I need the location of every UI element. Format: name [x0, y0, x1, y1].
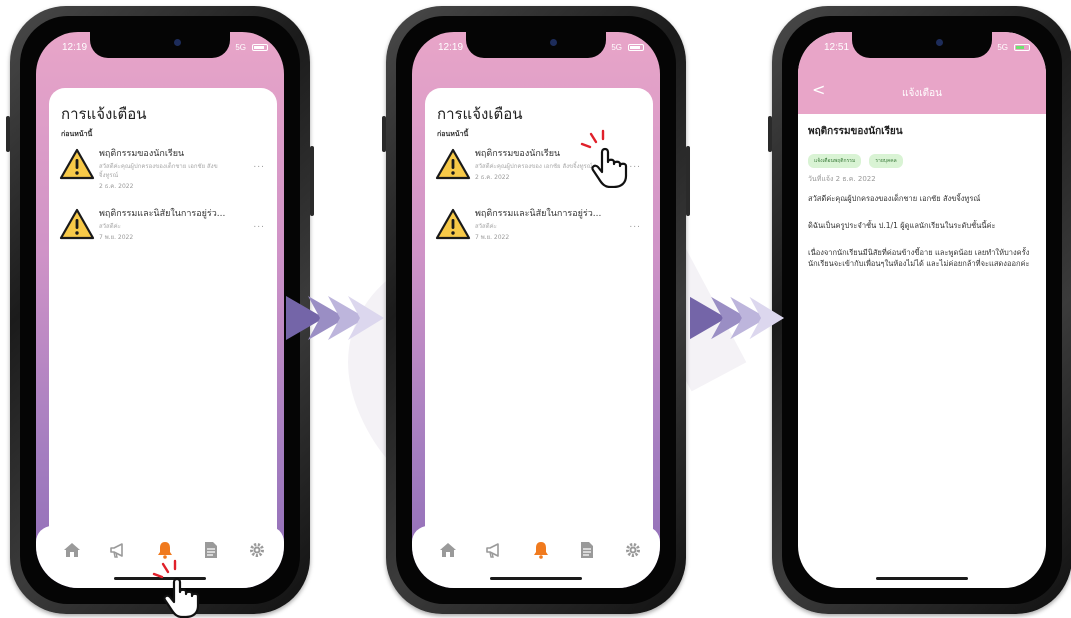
- more-options-icon[interactable]: ...: [253, 160, 265, 170]
- megaphone-icon[interactable]: [108, 540, 128, 560]
- notification-detail-screen: < แจ้งเตือน 12:51 5G พฤติกรรมของนักเรียน…: [798, 32, 1046, 588]
- more-options-icon[interactable]: ...: [629, 220, 641, 230]
- phone-frame-notifications: 12:19 5G การแจ้งเตือน ก่อนหน้านี้ พฤติกร…: [6, 6, 314, 614]
- gear-icon[interactable]: [247, 540, 267, 560]
- home-icon[interactable]: [62, 540, 82, 560]
- step-arrow-icon: [286, 296, 384, 340]
- section-label: ก่อนหน้านี้: [61, 130, 93, 138]
- notifications-screen: 12:19 5G การแจ้งเตือน ก่อนหน้านี้ พฤติกร…: [412, 32, 660, 588]
- warning-icon: [435, 148, 471, 180]
- warning-icon: [435, 208, 471, 240]
- notification-snippet: สวัสดีค่ะ: [99, 223, 121, 230]
- gear-icon[interactable]: [623, 540, 643, 560]
- notification-date: 7 พ.ย. 2022: [475, 234, 510, 241]
- home-indicator: [490, 577, 582, 580]
- detail-heading: พฤติกรรมของนักเรียน: [808, 126, 903, 137]
- notification-item[interactable]: พฤติกรรมและนิสัยในการอยู่ร่ว... สวัสดีค่…: [435, 206, 641, 260]
- battery-icon: [628, 44, 644, 51]
- battery-icon: [252, 44, 268, 51]
- document-icon[interactable]: [577, 540, 597, 560]
- status-time: 12:19: [438, 42, 464, 53]
- notification-snippet: สวัสดีค่ะคุณผู้ปกครองของเด็กชาย เอกชัย ส…: [99, 163, 218, 179]
- status-network: 5G: [611, 43, 622, 52]
- step-arrow-icon: [690, 296, 785, 340]
- notification-snippet: สวัสดีค่ะ: [475, 223, 497, 230]
- tag-list: แจ้งเตือนพฤติกรรม รายบุคคล: [808, 147, 1038, 168]
- phone-frame-tap-item: 12:19 5G การแจ้งเตือน ก่อนหน้านี้ พฤติกร…: [382, 6, 690, 614]
- phone-notch: [90, 32, 230, 58]
- phone-frame-detail: < แจ้งเตือน 12:51 5G พฤติกรรมของนักเรียน…: [768, 6, 1071, 614]
- megaphone-icon[interactable]: [484, 540, 504, 560]
- phone-notch: [852, 32, 992, 58]
- bell-icon[interactable]: [531, 540, 551, 560]
- bottom-navigation: [412, 526, 660, 588]
- status-network: 5G: [235, 43, 246, 52]
- tap-hand-icon: [580, 129, 628, 188]
- notification-title: พฤติกรรมและนิสัยในการอยู่ร่ว...: [99, 209, 226, 219]
- notification-item[interactable]: พฤติกรรมและนิสัยในการอยู่ร่ว... สวัสดีค่…: [59, 206, 265, 260]
- more-options-icon[interactable]: ...: [253, 220, 265, 230]
- detail-paragraph: เนื่องจากนักเรียนมีนิสัยที่ค่อนข้างขี้อา…: [808, 248, 1030, 268]
- notification-date: 7 พ.ย. 2022: [99, 234, 134, 241]
- status-network: 5G: [997, 43, 1008, 52]
- detail-date: วันที่แจ้ง 2 ธ.ค. 2022: [808, 175, 876, 183]
- notification-title: พฤติกรรมของนักเรียน: [99, 149, 185, 159]
- notification-detail: พฤติกรรมของนักเรียน แจ้งเตือนพฤติกรรม รา…: [808, 124, 1038, 269]
- battery-icon: [1014, 44, 1030, 51]
- notification-card: การแจ้งเตือน ก่อนหน้านี้ พฤติกรรมของนักเ…: [49, 88, 277, 554]
- bell-icon[interactable]: [155, 540, 175, 560]
- notifications-screen: 12:19 5G การแจ้งเตือน ก่อนหน้านี้ พฤติกร…: [36, 32, 284, 588]
- notification-title: พฤติกรรมและนิสัยในการอยู่ร่ว...: [475, 209, 602, 219]
- header-title: แจ้งเตือน: [902, 88, 942, 99]
- notification-snippet: สวัสดีค่ะคุณผู้ปกครองของ เอกชัย สังขจิ้ง…: [475, 163, 593, 170]
- status-time: 12:19: [62, 42, 88, 53]
- detail-paragraph: สวัสดีค่ะคุณผู้ปกครองของเด็กชาย เอกชัย ส…: [808, 194, 981, 203]
- notification-item[interactable]: พฤติกรรมของนักเรียน สวัสดีค่ะคุณผู้ปกครอ…: [59, 146, 265, 200]
- detail-paragraph: ดิฉันเป็นครูประจำชั้น ป.1/1 ผู้ดูแลนักเร…: [808, 221, 996, 230]
- home-indicator: [876, 577, 968, 580]
- page-title: การแจ้งเตือน: [61, 105, 147, 123]
- warning-icon: [59, 148, 95, 180]
- warning-icon: [59, 208, 95, 240]
- tap-hand-icon: [152, 559, 200, 618]
- page-title: การแจ้งเตือน: [437, 105, 523, 123]
- tag-badge: แจ้งเตือนพฤติกรรม: [808, 154, 862, 168]
- phone-notch: [466, 32, 606, 58]
- status-time: 12:51: [824, 42, 850, 53]
- document-icon[interactable]: [201, 540, 221, 560]
- notification-date: 2 ธ.ค. 2022: [99, 183, 134, 190]
- tag-badge: รายบุคคล: [869, 154, 903, 168]
- home-icon[interactable]: [438, 540, 458, 560]
